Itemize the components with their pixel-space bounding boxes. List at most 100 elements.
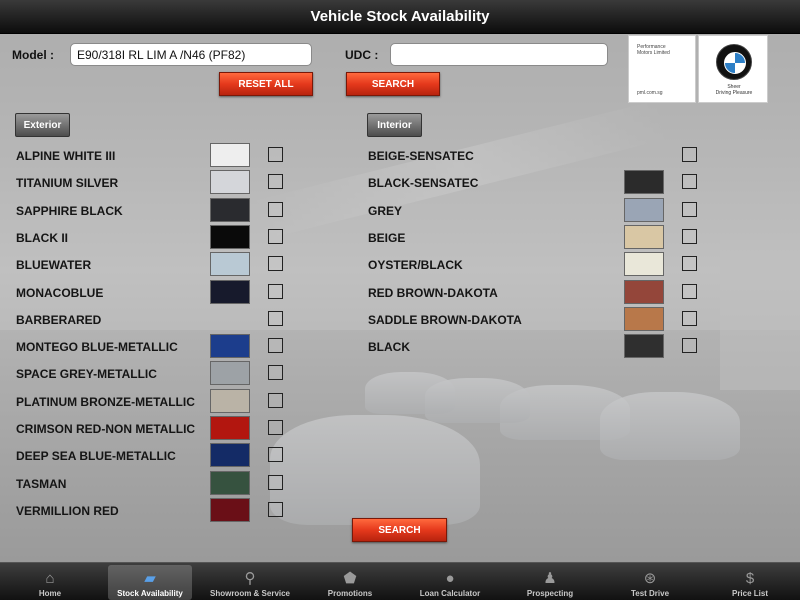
interior-color-swatch — [624, 224, 664, 249]
interior-color-swatch — [624, 279, 664, 304]
bottom-search-button[interactable]: SEARCH — [352, 518, 447, 542]
interior-color-name: RED BROWN-DAKOTA — [368, 285, 498, 300]
exterior-color-checkbox[interactable] — [268, 365, 283, 381]
model-label: Model : — [12, 48, 54, 62]
interior-color-name: BEIGE — [368, 230, 406, 245]
exterior-color-name: MONACOBLUE — [16, 285, 104, 300]
interior-color-swatch — [624, 252, 664, 277]
exterior-button[interactable]: Exterior — [15, 113, 70, 137]
exterior-color-name: SPACE GREY-METALLIC — [16, 367, 157, 382]
tab-label: Prospecting — [526, 589, 574, 598]
interior-color-checkbox[interactable] — [682, 174, 697, 190]
exterior-color-name: BARBERARED — [16, 312, 102, 327]
exterior-color-checkbox[interactable] — [268, 256, 283, 272]
exterior-color-name: SAPPHIRE BLACK — [16, 203, 123, 218]
tab-promotions[interactable]: ⬟ Promotions — [300, 563, 400, 600]
interior-color-swatch — [624, 197, 664, 222]
exterior-color-name: TITANIUM SILVER — [16, 176, 119, 191]
udc-label: UDC : — [345, 48, 379, 62]
interior-color-name: BEIGE-SENSATEC — [368, 149, 474, 163]
tab-home[interactable]: ⌂ Home — [0, 563, 100, 600]
exterior-color-checkbox[interactable] — [268, 174, 283, 190]
speech-bubble-icon: ● — [445, 569, 455, 587]
tab-label: Loan Calculator — [419, 589, 481, 598]
tab-label: Home — [38, 589, 62, 598]
exterior-color-name: VERMILLION RED — [16, 503, 119, 518]
exterior-color-swatch — [210, 143, 250, 167]
pml-logo: Performance Motors Limited pml.com.sg — [628, 35, 696, 103]
exterior-color-checkbox[interactable] — [268, 474, 283, 490]
reset-all-button[interactable]: RESET ALL — [219, 72, 313, 96]
interior-color-name: OYSTER/BLACK — [368, 258, 463, 273]
interior-color-checkbox[interactable] — [682, 310, 697, 326]
exterior-color-swatch — [210, 416, 250, 440]
tab-stock-availability[interactable]: ▰ Stock Availability — [100, 563, 200, 600]
tab-prospecting[interactable]: ♟ Prospecting — [500, 563, 600, 600]
bmw-logo: Sheer Driving Pleasure — [698, 35, 768, 103]
bmw-roundel-icon — [716, 44, 752, 80]
exterior-color-checkbox[interactable] — [268, 392, 283, 408]
bottom-tab-bar: ⌂ Home ▰ Stock Availability ⚲ Showroom & Serv… — [0, 562, 800, 600]
exterior-color-checkbox[interactable] — [268, 147, 283, 162]
exterior-color-checkbox[interactable] — [268, 201, 283, 217]
exterior-color-name: MONTEGO BLUE-METALLIC — [16, 340, 178, 355]
magnifier-icon: ⚲ — [244, 570, 256, 587]
exterior-color-checkbox[interactable] — [268, 228, 283, 244]
exterior-color-swatch — [210, 443, 250, 468]
interior-color-name: BLACK-SENSATEC — [368, 176, 479, 191]
exterior-color-name: BLUEWATER — [16, 258, 92, 273]
interior-color-checkbox[interactable] — [682, 201, 697, 217]
exterior-color-name: TASMAN — [16, 476, 67, 491]
tab-label: Showroom & Service — [209, 589, 291, 598]
udc-input[interactable] — [390, 43, 608, 66]
tab-loan-calculator[interactable]: ● Loan Calculator — [400, 563, 500, 600]
exterior-color-swatch — [210, 170, 250, 195]
exterior-color-name: DEEP SEA BLUE-METALLIC — [16, 449, 176, 464]
exterior-color-checkbox[interactable] — [268, 338, 283, 354]
exterior-color-swatch — [210, 470, 250, 495]
pml-url: pml.com.sg — [637, 90, 663, 96]
document-icon: ▰ — [144, 570, 156, 587]
dollar-icon: $ — [745, 569, 755, 587]
steering-wheel-icon: ⊛ — [643, 570, 657, 587]
interior-color-swatch — [624, 306, 664, 331]
interior-color-swatch — [624, 334, 664, 359]
interior-color-name: GREY — [368, 203, 403, 218]
interior-color-name: BLACK — [368, 340, 410, 355]
page-title: Vehicle Stock Availability — [310, 8, 490, 25]
interior-button[interactable]: Interior — [367, 113, 422, 137]
exterior-color-swatch — [210, 334, 250, 359]
exterior-color-checkbox[interactable] — [268, 283, 283, 299]
interior-color-checkbox[interactable] — [682, 228, 697, 244]
exterior-color-name: CRIMSON RED-NON METALLIC — [16, 422, 196, 436]
exterior-color-checkbox[interactable] — [268, 420, 283, 435]
exterior-color-checkbox[interactable] — [268, 501, 283, 517]
exterior-color-swatch — [210, 497, 250, 522]
tab-test-drive[interactable]: ⊛ Test Drive — [600, 563, 700, 600]
exterior-color-checkbox[interactable] — [268, 310, 283, 326]
pml-name-line2: Motors Limited — [637, 50, 670, 56]
tab-label: Test Drive — [630, 589, 670, 598]
interior-color-name: SADDLE BROWN-DAKOTA — [368, 312, 522, 327]
search-button[interactable]: SEARCH — [346, 72, 440, 96]
interior-color-checkbox[interactable] — [682, 338, 697, 354]
interior-color-checkbox[interactable] — [682, 256, 697, 272]
tab-price-list[interactable]: $ Price List — [700, 563, 800, 600]
title-bar: Vehicle Stock Availability — [0, 0, 800, 34]
interior-color-swatch — [624, 170, 664, 195]
interior-color-checkbox[interactable] — [682, 283, 697, 299]
exterior-color-swatch — [210, 279, 250, 304]
exterior-color-swatch — [210, 197, 250, 222]
model-input[interactable]: E90/318I RL LIM A /N46 (PF82) — [70, 43, 312, 66]
interior-color-checkbox[interactable] — [682, 147, 697, 162]
exterior-color-name: PLATINUM BRONZE-METALLIC — [16, 394, 195, 409]
tab-label: Stock Availability — [117, 589, 183, 598]
exterior-color-name: ALPINE WHITE III — [16, 149, 116, 163]
exterior-color-swatch — [210, 252, 250, 277]
bmw-tagline: Sheer Driving Pleasure — [715, 84, 753, 96]
tab-showroom-service[interactable]: ⚲ Showroom & Service — [200, 563, 300, 600]
home-icon: ⌂ — [45, 569, 55, 587]
tag-icon: ⬟ — [343, 570, 357, 587]
exterior-color-checkbox[interactable] — [268, 447, 283, 463]
tab-label: Promotions — [327, 589, 373, 598]
